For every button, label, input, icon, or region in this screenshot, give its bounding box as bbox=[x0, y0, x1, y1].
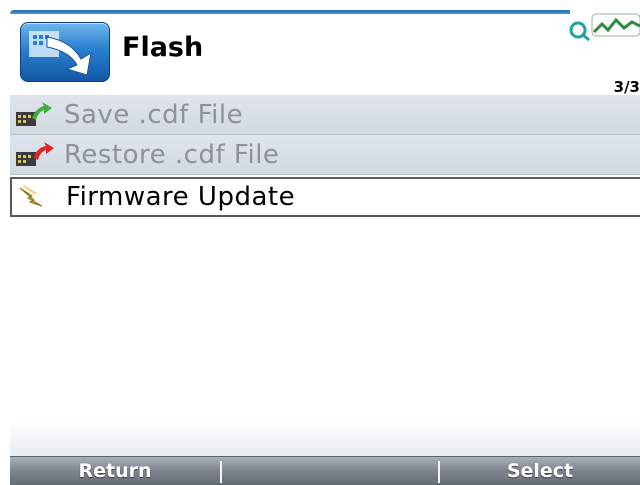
status-icons bbox=[562, 12, 640, 42]
device-screen: Flash 3/3 Save .cdf File Restore .cdf Fi… bbox=[10, 10, 640, 485]
softkey-select-button[interactable]: Select bbox=[440, 457, 640, 485]
menu-item-label: Firmware Update bbox=[66, 182, 296, 212]
lightning-icon bbox=[16, 182, 66, 212]
softkey-return-button[interactable]: Return bbox=[10, 457, 220, 485]
save-file-icon bbox=[14, 100, 64, 130]
menu-item-restore-cdf[interactable]: Restore .cdf File bbox=[10, 135, 640, 175]
menu-item-save-cdf[interactable]: Save .cdf File bbox=[10, 95, 640, 135]
menu-item-firmware-update[interactable]: Firmware Update bbox=[10, 177, 640, 217]
restore-file-icon bbox=[14, 140, 64, 170]
item-counter: 3/3 bbox=[613, 78, 640, 96]
search-signal-icon bbox=[569, 13, 640, 42]
softkey-bar: Return Select bbox=[10, 456, 640, 485]
bottom-fade bbox=[10, 420, 640, 456]
menu-list: Save .cdf File Restore .cdf File Firmwar… bbox=[10, 95, 640, 217]
softkey-center-button[interactable] bbox=[222, 457, 438, 485]
menu-item-label: Restore .cdf File bbox=[64, 139, 280, 170]
page-title: Flash bbox=[122, 32, 204, 63]
menu-item-label: Save .cdf File bbox=[64, 99, 244, 130]
flash-app-icon bbox=[20, 22, 110, 82]
header-accent-line bbox=[10, 10, 570, 14]
